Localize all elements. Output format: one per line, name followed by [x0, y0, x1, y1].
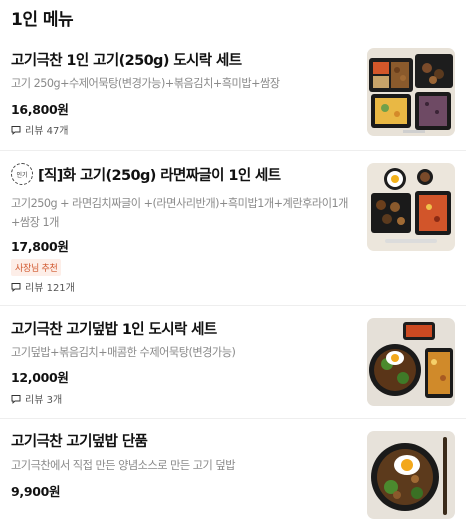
- menu-item-photo: [367, 318, 455, 406]
- menu-item-price: 17,800원: [11, 239, 69, 254]
- review-count-label: 리뷰 47개: [25, 126, 69, 137]
- menu-item-name: 인기 [직]화 고기(250g) 라면짜글이 1인 세트: [11, 163, 281, 185]
- review-count: 리뷰 3개: [11, 391, 62, 406]
- review-count: 리뷰 121개: [11, 279, 75, 294]
- menu-item-price: 16,800원: [11, 102, 69, 117]
- comment-icon: [11, 282, 21, 292]
- menu-item-description: 고기250g + 라면김치짜글이 +(라면사리반개)+흑미밥1개+계란후라이1개…: [11, 197, 348, 229]
- menu-item-description: 고기극찬에서 직접 만든 양념소스로 만든 고기 덮밥: [11, 459, 235, 472]
- popular-badge-icon: 인기: [11, 163, 33, 185]
- menu-item[interactable]: 고기극찬 고기덮밥 1인 도시락 세트 고기덮밥+볶음김치+매콤한 수제어묵탕(…: [0, 306, 466, 418]
- comment-icon: [11, 125, 21, 135]
- menu-item[interactable]: 인기 [직]화 고기(250g) 라면짜글이 1인 세트 고기250g + 라면…: [0, 151, 466, 305]
- menu-item-name: 고기극찬 고기덮밥 1인 도시락 세트: [11, 322, 217, 338]
- owner-recommend-badge: 사장님 추천: [11, 259, 62, 276]
- menu-item-name: 고기극찬 고기덮밥 단품: [11, 434, 148, 450]
- section-title: 1인 메뉴: [11, 10, 74, 30]
- menu-item[interactable]: 고기극찬 1인 고기(250g) 도시락 세트 고기 250g+수제어묵탕(변경…: [0, 34, 466, 150]
- menu-item-name-text: [직]화 고기(250g) 라면짜글이 1인 세트: [38, 167, 281, 184]
- menu-item-photo: [367, 163, 455, 251]
- menu-item-description: 고기 250g+수제어묵탕(변경가능)+볶음김치+흑미밥+쌈장: [11, 77, 280, 90]
- review-count-label: 리뷰 121개: [25, 283, 75, 294]
- menu-item-price: 12,000원: [11, 370, 69, 385]
- menu-item[interactable]: 고기극찬 고기덮밥 단품 고기극찬에서 직접 만든 양념소스로 만든 고기 덮밥…: [0, 419, 466, 525]
- menu-item-description: 고기덮밥+볶음김치+매콤한 수제어묵탕(변경가능): [11, 346, 236, 359]
- menu-item-price: 9,900원: [11, 484, 61, 499]
- menu-item-photo: [367, 431, 455, 519]
- review-count: 리뷰 47개: [11, 122, 69, 137]
- menu-item-name: 고기극찬 1인 고기(250g) 도시락 세트: [11, 53, 242, 69]
- review-count-label: 리뷰 3개: [25, 395, 63, 406]
- comment-icon: [11, 394, 21, 404]
- menu-item-photo: [367, 48, 455, 136]
